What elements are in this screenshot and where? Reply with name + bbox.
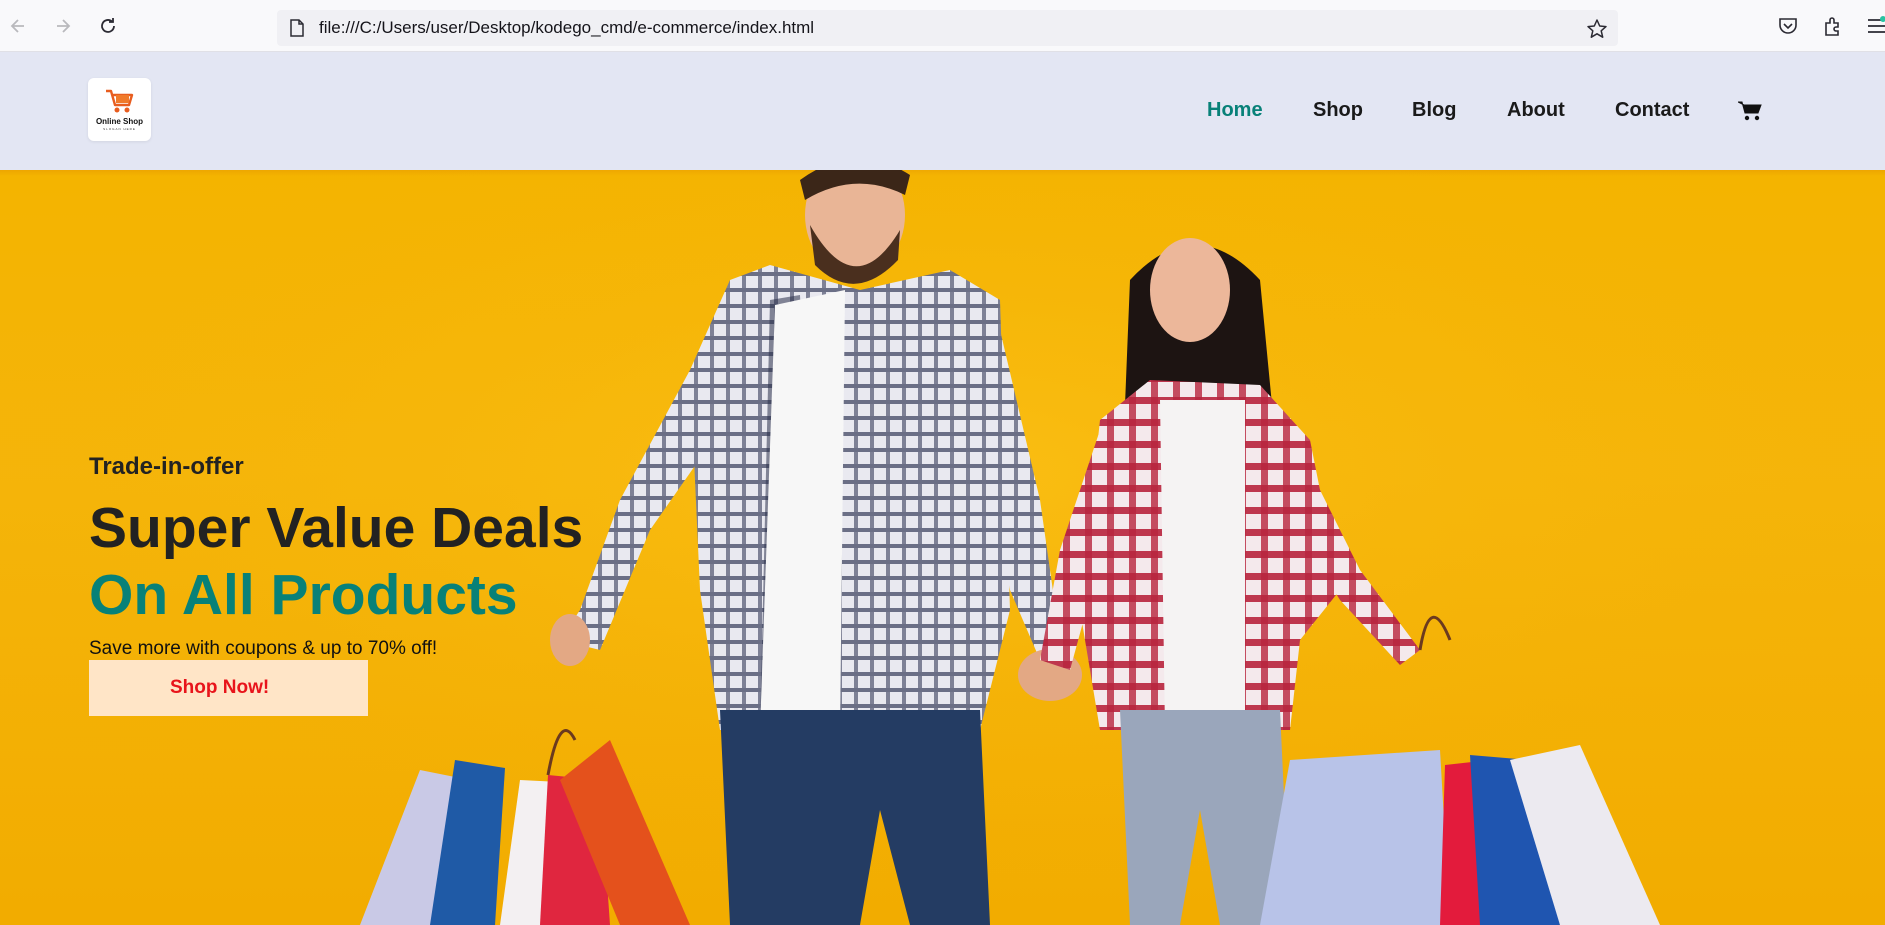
back-icon[interactable]: [6, 14, 30, 38]
shopping-cart-icon[interactable]: [1737, 100, 1762, 127]
site-logo[interactable]: Online Shop SLOGAN HERE: [88, 78, 151, 141]
browser-toolbar: file:///C:/Users/user/Desktop/kodego_cmd…: [0, 0, 1885, 52]
hero-subtext: Save more with coupons & up to 70% off!: [89, 638, 438, 659]
forward-icon[interactable]: [51, 14, 75, 38]
address-bar[interactable]: file:///C:/Users/user/Desktop/kodego_cmd…: [277, 10, 1618, 46]
logo-name: Online Shop: [95, 117, 144, 126]
nav-about[interactable]: About: [1507, 99, 1565, 122]
file-icon: [289, 19, 305, 42]
url-text[interactable]: file:///C:/Users/user/Desktop/kodego_cmd…: [319, 10, 814, 46]
hero-kicker: Trade-in-offer: [89, 453, 244, 480]
bookmark-star-icon[interactable]: [1586, 18, 1608, 45]
extensions-icon[interactable]: [1822, 15, 1844, 42]
hero-banner: Trade-in-offer Super Value Deals On All …: [0, 170, 1885, 925]
hero-headline: Super Value Deals: [89, 496, 584, 560]
nav-shop[interactable]: Shop: [1313, 99, 1363, 122]
menu-icon[interactable]: [1868, 15, 1885, 42]
shop-now-button[interactable]: Shop Now!: [89, 660, 368, 716]
nav-blog[interactable]: Blog: [1412, 99, 1456, 122]
shopping-cart-logo-icon: [106, 89, 134, 113]
site-header: Online Shop SLOGAN HERE Home Shop Blog A…: [0, 52, 1885, 170]
reload-icon[interactable]: [96, 14, 120, 38]
nav-contact[interactable]: Contact: [1615, 99, 1689, 122]
hero-headline-accent: On All Products: [89, 563, 518, 627]
pocket-icon[interactable]: [1777, 15, 1799, 42]
logo-tagline: SLOGAN HERE: [103, 127, 136, 131]
nav-home[interactable]: Home: [1207, 99, 1263, 122]
